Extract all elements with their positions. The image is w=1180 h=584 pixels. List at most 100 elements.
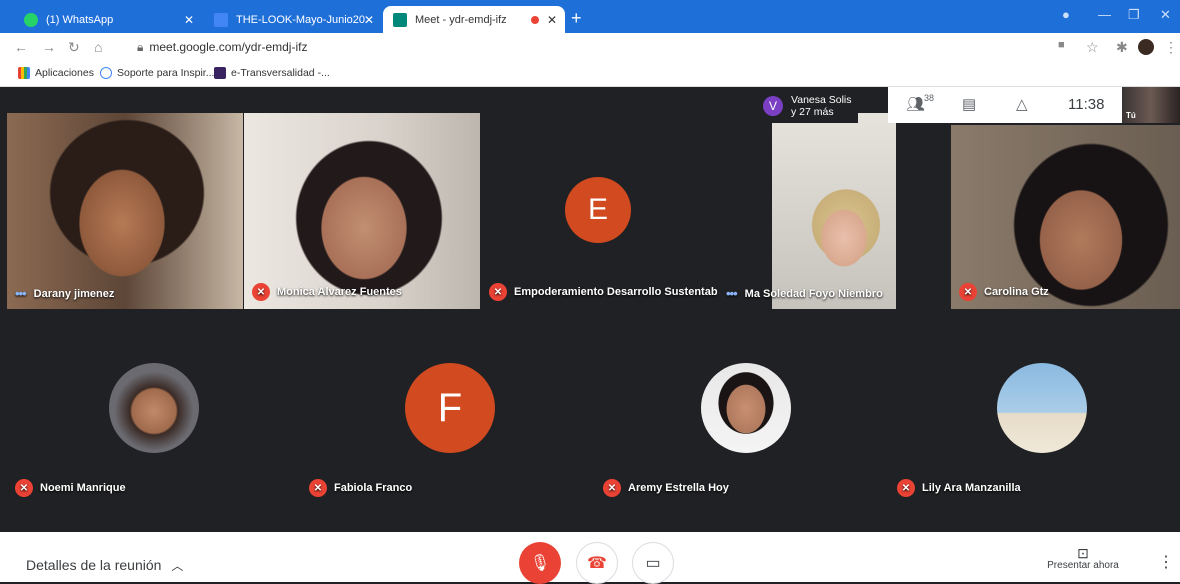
participant-tile[interactable]: F ✕ Fabiola Franco [301,311,595,505]
video-feed [7,113,243,309]
avatar: F [405,363,495,453]
present-now-button[interactable]: ⊡ Presentar ahora [1040,546,1126,571]
bookmark-etransversalidad[interactable]: e-Transversalidad -... [214,67,330,79]
maximize-icon[interactable]: ❐ [1128,7,1140,23]
participants-count: 38 [924,93,935,103]
camera-indicator-icon[interactable]: ■ [1058,39,1065,51]
presenter-more: y 27 más [791,106,834,118]
phone-hangup-icon: ☎︎ [587,555,607,572]
participant-tile[interactable]: ✕ Carolina Gtz [951,125,1180,309]
bookmark-apps[interactable]: Aplicaciones [18,67,94,79]
camera-toggle-button[interactable]: ▭ [632,542,674,584]
mic-toggle-button[interactable]: 🎙︎ [519,542,561,584]
tab-whatsapp[interactable]: (1) WhatsApp ✕ [14,6,202,33]
chevron-up-icon: ︿ [171,559,184,573]
avatar [997,363,1087,453]
meet-top-bar: 👥︎ 38 ▤ △ 11:38 Tú [888,87,1180,123]
participant-name: ✕ Empoderamiento Desarrollo Sustentable [489,283,717,301]
more-options-icon[interactable]: ⋮ [1158,552,1174,572]
mic-muted-icon: ✕ [603,479,621,497]
home-icon[interactable]: ⌂ [94,39,102,55]
speaking-icon: ••• [726,286,738,301]
video-feed [951,125,1180,309]
address-bar-row: ← → ↻ ⌂ 🔒︎ meet.google.com/ydr-emdj-ifz ■… [0,33,1180,61]
bookmark-label: Soporte para Inspir... [117,67,215,79]
self-view[interactable]: Tú [1122,87,1180,123]
participant-tile[interactable]: ✕ Noemi Manrique [7,311,301,505]
participant-tile[interactable]: E ✕ Empoderamiento Desarrollo Sustentable [481,113,717,309]
menu-icon[interactable]: ⋮ [1164,39,1178,56]
recording-icon [531,15,539,24]
camera-icon: ▭ [645,555,661,572]
mic-muted-icon: ✕ [489,283,507,301]
avatar: E [565,177,631,243]
back-icon[interactable]: ← [14,39,28,55]
meet-stage: ••• Darany jimenez ✕ Monica Alvarez Fuente… [7,87,1180,532]
close-icon[interactable]: ✕ [184,13,194,27]
participant-tile[interactable]: ✕ Lily Ara Manzanilla [889,311,1180,505]
bookmark-label: e-Transversalidad -... [231,67,330,79]
tab-label: Meet - ydr-emdj-ifz [415,13,507,26]
mic-muted-icon: ✕ [959,283,977,301]
forward-icon[interactable]: → [42,39,56,55]
drive-icon [214,12,228,27]
tab-meet[interactable]: Meet - ydr-emdj-ifz ✕ [383,6,565,33]
meeting-details-label: Detalles de la reunión [26,557,162,573]
mic-muted-icon: ✕ [309,479,327,497]
lock-icon: 🔒︎ [137,40,144,54]
speaking-icon: ••• [15,286,27,301]
video-feed [244,113,480,309]
avatar[interactable] [1138,39,1154,55]
avatar [701,363,791,453]
tab-label: (1) WhatsApp [46,13,114,26]
url-text: meet.google.com/ydr-emdj-ifz [149,40,308,54]
participant-name: ••• Ma Soledad Foyo Niembro [726,286,883,301]
meet-icon [393,12,407,27]
bookmark-soporte[interactable]: Soporte para Inspir... [100,67,214,79]
new-tab-button[interactable]: + [571,8,582,29]
close-icon[interactable]: ✕ [364,13,374,27]
present-now-label: Presentar ahora [1047,560,1119,571]
support-icon [100,67,112,79]
present-screen-icon: ⊡ [1077,545,1089,561]
avatar: V [763,96,783,116]
meet-control-bar: Detalles de la reunión ︿ 🎙︎ ☎︎ ▭ ⊡ Prese… [0,532,1180,584]
participant-name: ✕ Fabiola Franco [309,479,412,497]
bookmarks-bar: Aplicaciones Soporte para Inspir... e-Tr… [0,61,1180,87]
people-icon[interactable]: 👥︎ [906,95,925,113]
tab-the-look[interactable]: THE-LOOK-Mayo-Junio2021-FIN ✕ [204,6,382,33]
participant-tile[interactable]: ✕ Monica Alvarez Fuentes [244,113,480,309]
participant-tile[interactable]: ••• Darany jimenez [7,113,243,309]
reload-icon[interactable]: ↻ [68,39,80,56]
participant-name: ✕ Noemi Manrique [15,479,126,497]
participant-name: ✕ Aremy Estrella Hoy [603,479,729,497]
bookmark-star-icon[interactable]: ☆ [1086,39,1099,56]
browser-tab-bar: (1) WhatsApp ✕ THE-LOOK-Mayo-Junio2021-F… [0,0,1180,33]
participant-tile[interactable]: ✕ Aremy Estrella Hoy [595,311,889,505]
profile-icon[interactable]: ● [1062,7,1070,22]
avatar [109,363,199,453]
participant-tile[interactable]: ••• Ma Soledad Foyo Niembro [718,113,950,309]
participant-name: ✕ Monica Alvarez Fuentes [252,283,402,301]
close-icon[interactable]: ✕ [547,13,557,27]
presenter-indicator[interactable]: V Vanesa Solis y 27 más [757,89,858,123]
mic-muted-icon: ✕ [252,283,270,301]
extensions-icon[interactable]: ✱ [1116,39,1128,56]
bookmark-label: Aplicaciones [35,67,94,79]
url-field[interactable]: 🔒︎ meet.google.com/ydr-emdj-ifz [137,40,307,55]
apps-grid-icon [18,67,30,79]
clock-time: 11:38 [1068,96,1105,113]
participant-name: ✕ Lily Ara Manzanilla [897,479,1021,497]
minimize-icon[interactable]: — [1098,7,1111,22]
leave-call-button[interactable]: ☎︎ [576,542,618,584]
chat-icon[interactable]: ▤ [962,95,976,113]
participant-name: ••• Darany jimenez [15,286,115,301]
activities-icon[interactable]: △ [1016,95,1028,113]
video-feed [772,113,896,309]
presenter-name: Vanesa Solis [791,94,852,106]
etransversalidad-icon [214,67,226,79]
meeting-details-button[interactable]: Detalles de la reunión ︿ [26,557,183,574]
participant-name: ✕ Carolina Gtz [959,283,1049,301]
window-close-icon[interactable]: ✕ [1160,7,1171,23]
mic-off-icon: 🎙︎ [529,555,551,572]
